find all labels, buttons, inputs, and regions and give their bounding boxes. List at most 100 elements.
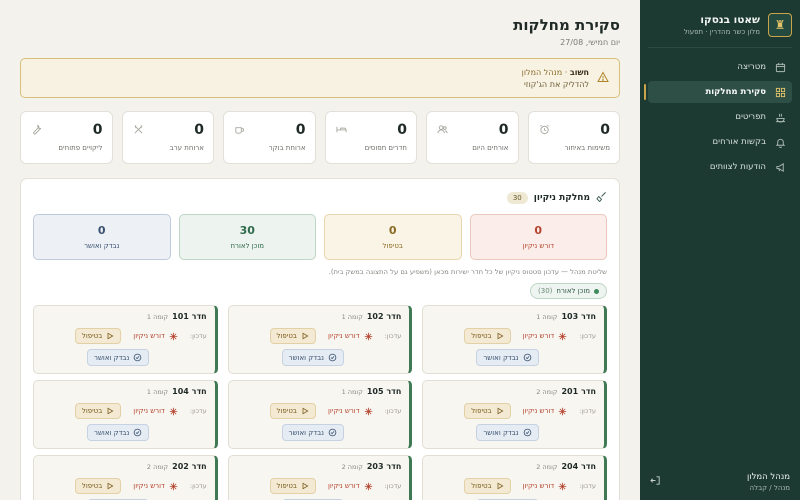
button-label: דורש ניקיון xyxy=(522,407,555,415)
user-box: מנהל המלון מנהל / קבלה xyxy=(650,472,790,492)
mark-in-progress-button[interactable]: בטיפול xyxy=(74,328,122,344)
room-card: חדר 203 קומה 2 עדכון: דורש ניקיון בטיפול… xyxy=(227,455,413,500)
stat-card-dinner: 0 ארוחת ערב xyxy=(121,111,214,164)
megaphone-icon xyxy=(774,161,786,173)
page-date: יום חמישי, 27/08 xyxy=(560,38,620,47)
sidebar-item-departments[interactable]: סקירת מחלקות xyxy=(644,81,792,103)
room-card: חדר 105 קומה 1 עדכון: דורש ניקיון בטיפול… xyxy=(227,380,413,449)
mark-dirty-button[interactable]: דורש ניקיון xyxy=(127,404,184,419)
sidebar-item-matrix[interactable]: מטריצה xyxy=(648,56,792,78)
check-circle-icon xyxy=(328,428,337,437)
alarm-icon xyxy=(539,124,550,138)
mark-in-progress-button[interactable]: בטיפול xyxy=(74,403,122,419)
sparkle-icon xyxy=(558,482,567,490)
button-label: בטיפול xyxy=(276,332,297,340)
room-name: חדר 103 xyxy=(561,312,596,321)
sparkle-icon xyxy=(364,407,372,415)
mark-dirty-button[interactable]: דורש ניקיון xyxy=(322,479,379,494)
check-circle-icon xyxy=(133,353,142,362)
room-name: חדר 203 xyxy=(366,462,402,471)
room-name: חדר 201 xyxy=(561,387,596,396)
room-card: חדר 103 קומה 1 עדכון: דורש ניקיון בטיפול… xyxy=(422,305,607,374)
play-icon xyxy=(302,407,309,415)
mark-inspected-button[interactable]: נבדק ואושר xyxy=(476,349,539,366)
status-value: 0 xyxy=(97,224,106,237)
sparkle-icon xyxy=(169,482,178,490)
stat-card-rooms: 0 חדרים תפוסים xyxy=(324,111,417,164)
room-floor: קומה 2 xyxy=(536,388,558,396)
button-label: בטיפול xyxy=(276,482,297,490)
mark-dirty-button[interactable]: דורש ניקיון xyxy=(127,329,184,344)
mark-in-progress-button[interactable]: בטיפול xyxy=(464,403,511,419)
room-name: חדר 101 xyxy=(172,312,207,321)
mark-inspected-button[interactable]: נבדק ואושר xyxy=(476,424,539,441)
mark-dirty-button[interactable]: דורש ניקיון xyxy=(322,329,379,344)
logout-icon[interactable] xyxy=(650,475,661,489)
broom-icon xyxy=(596,191,607,205)
housekeeping-panel: מחלקת ניקיון 30 0 דורש ניקיון 0 בטיפול 3… xyxy=(20,178,620,500)
calendar-icon xyxy=(774,61,786,73)
mark-dirty-button[interactable]: דורש ניקיון xyxy=(127,479,184,494)
button-label: נבדק ואושר xyxy=(483,353,519,362)
sparkle-icon xyxy=(558,407,567,415)
update-label: עדכון: xyxy=(384,332,402,340)
update-label: עדכון: xyxy=(579,482,596,490)
brand: ♜ שאטו בנסקו מלון כשר מהדרין · תפעול xyxy=(648,0,792,48)
mark-in-progress-button[interactable]: בטיפול xyxy=(464,478,511,494)
status-box-ready[interactable]: 30 מוכן לאורח xyxy=(178,214,316,260)
mark-dirty-button[interactable]: דורש ניקיון xyxy=(322,404,379,419)
page-title: סקירת מחלקות xyxy=(513,16,620,34)
button-label: נבדק ואושר xyxy=(288,428,324,437)
mark-dirty-button[interactable]: דורש ניקיון xyxy=(517,479,574,494)
bed-icon xyxy=(335,124,347,138)
room-floor: קומה 1 xyxy=(146,388,169,396)
filter-label: מוכן לאורח xyxy=(556,287,590,295)
check-circle-icon xyxy=(328,353,337,362)
mark-inspected-button[interactable]: נבדק ואושר xyxy=(281,424,344,441)
mark-inspected-button[interactable]: נבדק ואושר xyxy=(87,349,150,366)
sidebar-item-label: סקירת מחלקות xyxy=(705,87,766,97)
sidebar-nav: מטריצה סקירת מחלקות תפריטים בקשות אורחים… xyxy=(640,56,800,178)
mark-in-progress-button[interactable]: בטיפול xyxy=(269,403,316,419)
button-label: דורש ניקיון xyxy=(522,332,555,340)
play-icon xyxy=(107,332,114,340)
mark-inspected-button[interactable]: נבדק ואושר xyxy=(87,424,150,441)
status-box-dirty[interactable]: 0 דורש ניקיון xyxy=(469,214,607,260)
filter-ready-chip[interactable]: מוכן לאורח (30) xyxy=(530,283,607,299)
room-floor: קומה 2 xyxy=(341,463,363,471)
mark-inspected-button[interactable]: נבדק ואושר xyxy=(281,349,344,366)
button-label: דורש ניקיון xyxy=(133,332,165,340)
play-icon xyxy=(302,482,309,490)
room-floor: קומה 2 xyxy=(536,463,558,471)
mark-in-progress-button[interactable]: בטיפול xyxy=(74,478,122,494)
mark-dirty-button[interactable]: דורש ניקיון xyxy=(517,329,574,344)
stat-label: אורחים היום xyxy=(472,144,509,152)
button-label: בטיפול xyxy=(81,482,103,490)
sidebar-item-menus[interactable]: תפריטים xyxy=(648,106,792,128)
room-card: חדר 104 קומה 1 עדכון: דורש ניקיון בטיפול… xyxy=(33,380,218,449)
update-label: עדכון: xyxy=(189,407,207,415)
mark-in-progress-button[interactable]: בטיפול xyxy=(269,328,316,344)
sidebar-item-guest-requests[interactable]: בקשות אורחים xyxy=(648,131,792,153)
mark-in-progress-button[interactable]: בטיפול xyxy=(464,328,511,344)
status-box-in-progress[interactable]: 0 בטיפול xyxy=(324,214,462,260)
status-value: 0 xyxy=(388,224,397,237)
alert-message: להדליק את הג'קוזי xyxy=(524,79,589,89)
room-name: חדר 202 xyxy=(172,462,207,471)
button-label: נבדק ואושר xyxy=(94,428,130,437)
status-dot xyxy=(594,288,599,294)
stat-card-breakfast: 0 ארוחת בוקר xyxy=(223,111,316,164)
sidebar-item-team-messages[interactable]: הודעות לצוותים xyxy=(648,156,792,178)
room-floor: קומה 1 xyxy=(146,313,169,321)
button-label: בטיפול xyxy=(471,332,492,340)
room-floor: קומה 1 xyxy=(341,313,363,321)
button-label: בטיפול xyxy=(276,407,297,415)
stat-label: משימות באיחור xyxy=(564,144,611,152)
check-circle-icon xyxy=(523,353,531,362)
stat-label: חדרים תפוסים xyxy=(364,144,407,152)
mark-dirty-button[interactable]: דורש ניקיון xyxy=(517,404,574,419)
status-label: בטיפול xyxy=(382,242,403,250)
mark-in-progress-button[interactable]: בטיפול xyxy=(269,478,316,494)
panel-title: מחלקת ניקיון xyxy=(533,193,590,203)
status-box-inspected[interactable]: 0 נבדק ואושר xyxy=(33,214,171,260)
